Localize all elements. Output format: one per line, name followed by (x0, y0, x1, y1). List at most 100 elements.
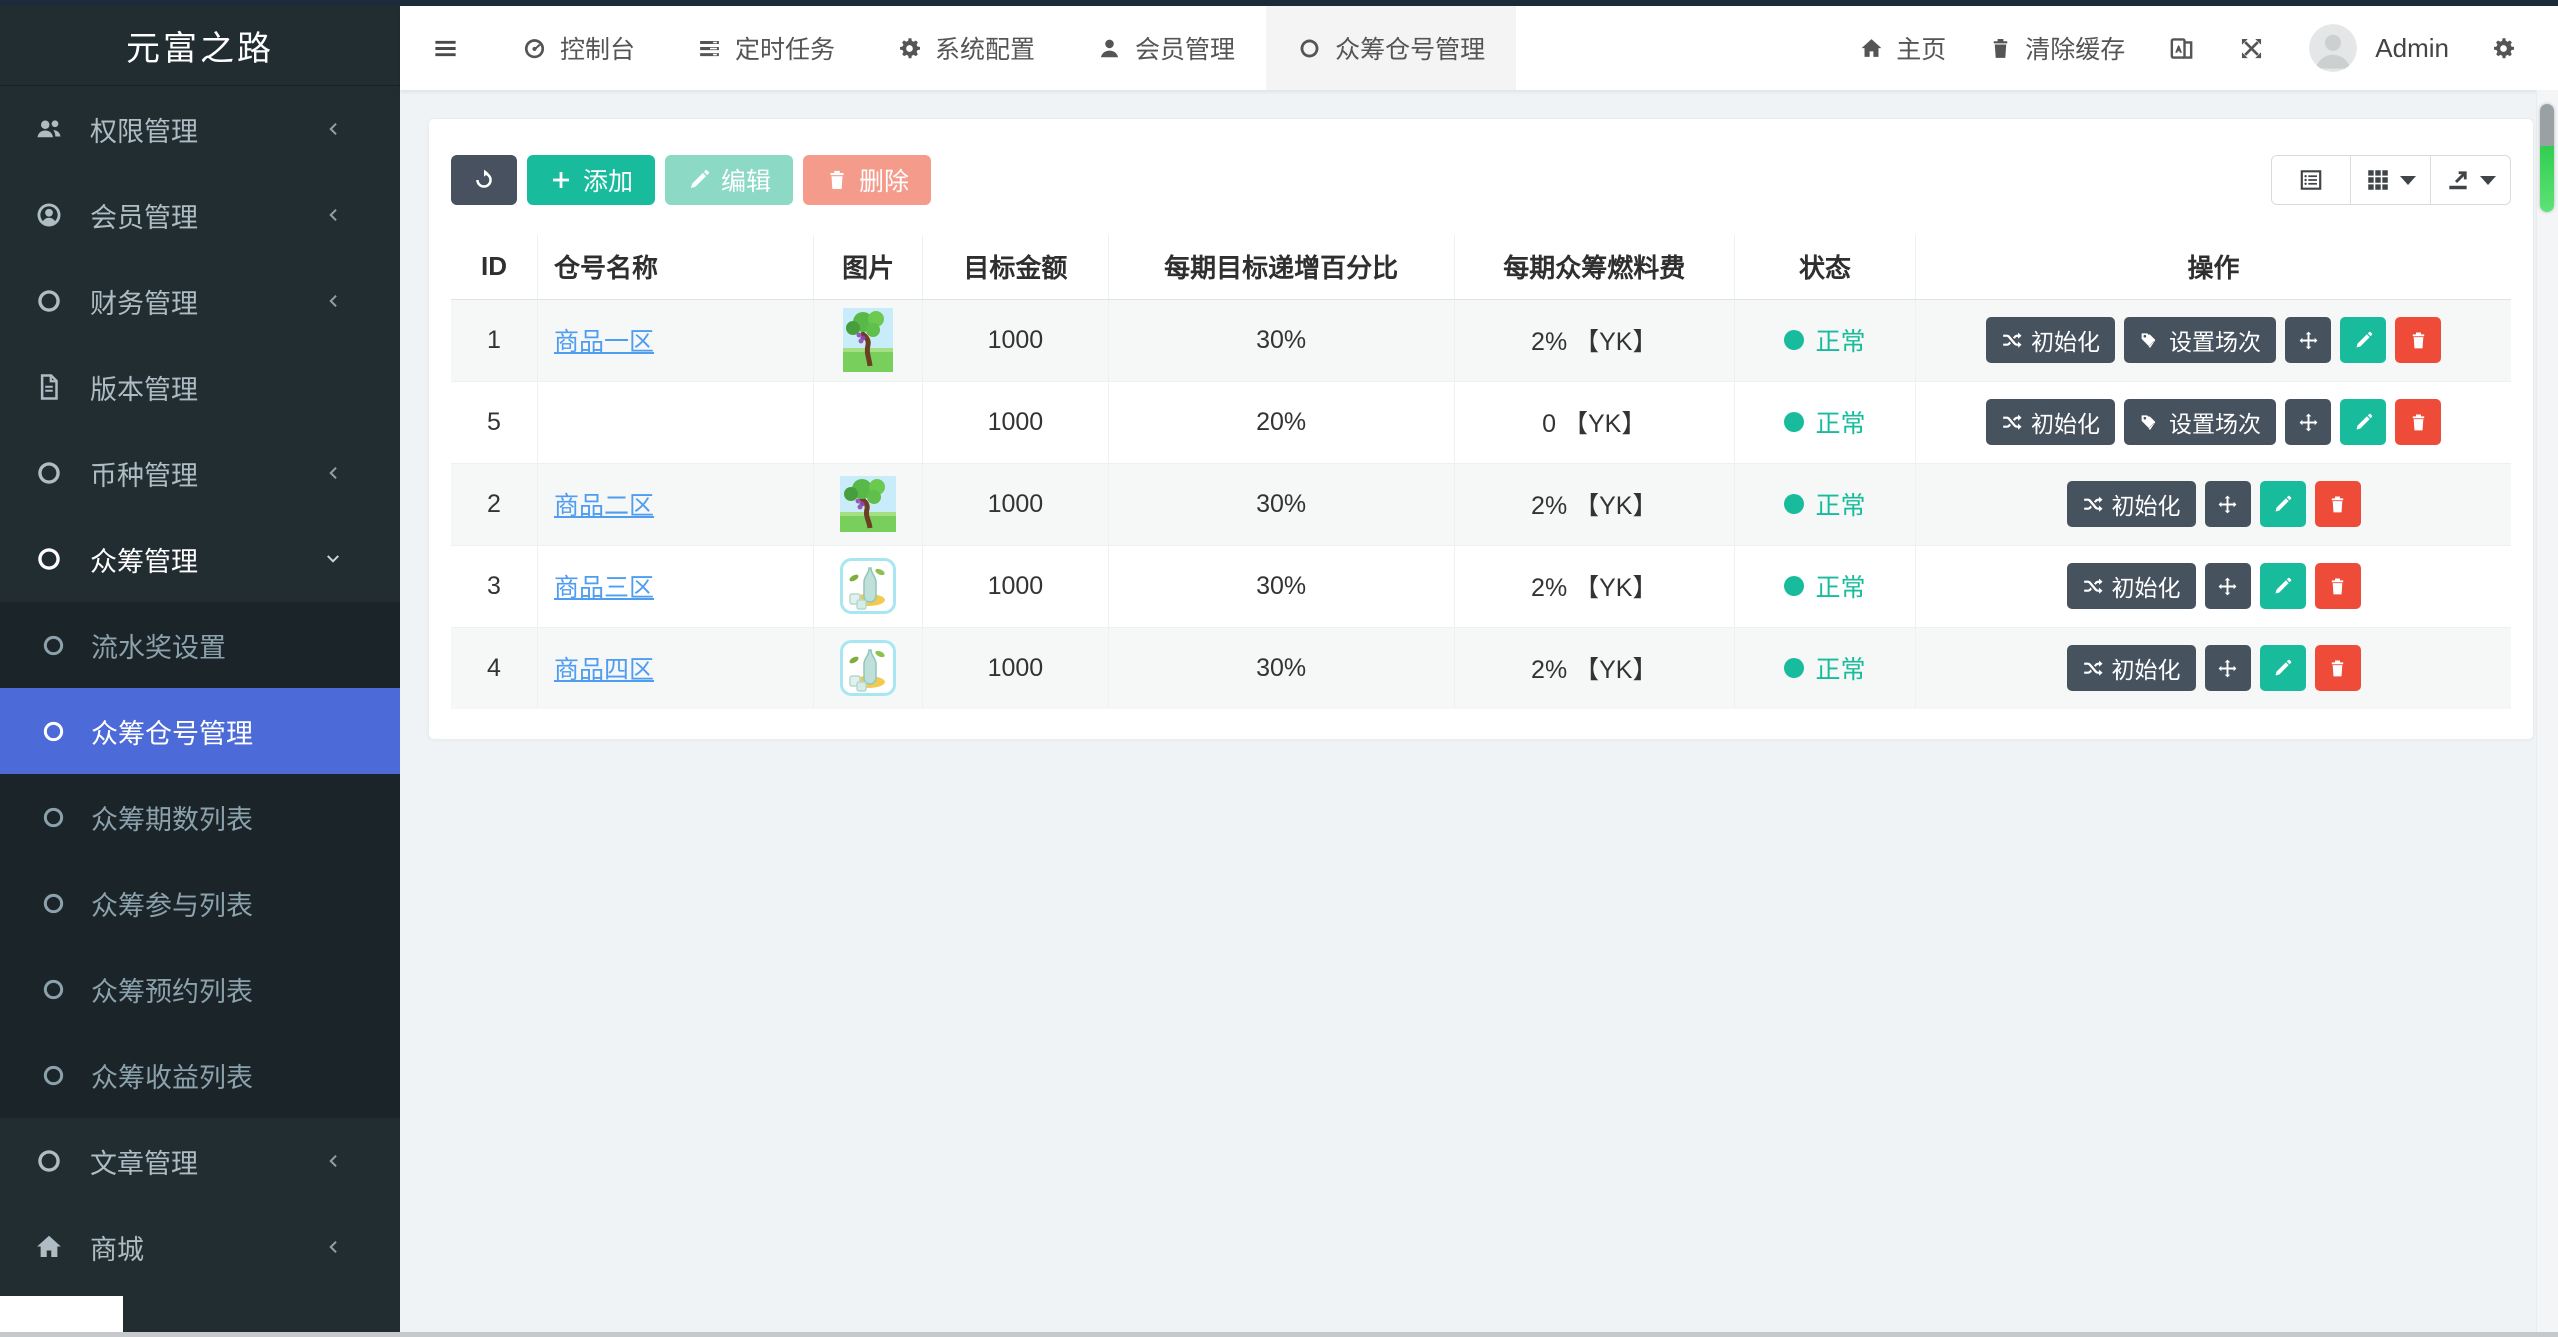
product-link[interactable]: 商品三区 (554, 574, 654, 602)
product-link[interactable]: 商品四区 (554, 656, 654, 684)
move-button[interactable] (2204, 563, 2251, 609)
settings-button[interactable] (2491, 36, 2516, 61)
row-edit-button[interactable] (2340, 399, 2387, 445)
sidebar-item-permissions[interactable]: 权限管理 (0, 86, 400, 172)
tab-scheduled-tasks[interactable]: 定时任务 (666, 6, 866, 90)
clear-cache-button[interactable]: 清除缓存 (1988, 30, 2125, 66)
col-status[interactable]: 状态 (1733, 235, 1916, 300)
scrollbar-track[interactable] (2536, 90, 2558, 1332)
tasks-icon (697, 36, 722, 61)
sidebar-item-members[interactable]: 会员管理 (0, 172, 400, 258)
table-row[interactable]: 1 商品一区 1000 30% 2% 【YK】 正常 初始化 设置场次 (451, 298, 2511, 381)
col-amount[interactable]: 目标金额 (922, 235, 1109, 300)
columns-button[interactable] (2351, 155, 2431, 205)
bottom-edge-strip (0, 1332, 2558, 1337)
sidebar-item-reservation-list[interactable]: 众筹预约列表 (0, 946, 400, 1032)
language-button[interactable] (2167, 34, 2196, 63)
product-link[interactable]: 商品一区 (554, 328, 654, 356)
tab-warehouse-mgmt[interactable]: 众筹仓号管理 (1266, 6, 1517, 90)
admin-menu[interactable]: Admin (2307, 22, 2449, 74)
col-image[interactable]: 图片 (813, 235, 923, 300)
move-button[interactable] (2204, 645, 2251, 692)
row-delete-button[interactable] (2314, 481, 2361, 527)
move-button[interactable] (2285, 317, 2332, 363)
grid-icon (2365, 167, 2391, 193)
cell-fuel: 2% 【YK】 (1453, 626, 1735, 709)
sidebar-item-articles[interactable]: 文章管理 (0, 1118, 400, 1204)
refresh-icon (472, 168, 496, 192)
table-row[interactable]: 4 商品四区 1000 30% 2% 【YK】 正常 初始化 (451, 626, 2511, 709)
sidebar-item-warehouse-mgmt[interactable]: 众筹仓号管理 (0, 688, 400, 774)
product-link[interactable]: 商品二区 (554, 492, 654, 520)
init-button[interactable]: 初始化 (1986, 399, 2116, 445)
shuffle-icon (2001, 330, 2022, 351)
cell-status: 正常 (1733, 380, 1916, 463)
row-edit-button[interactable] (2259, 645, 2306, 692)
cell-percent: 30% (1107, 462, 1455, 545)
tab-system-config[interactable]: 系统配置 (866, 6, 1066, 90)
sidebar-item-period-list[interactable]: 众筹期数列表 (0, 774, 400, 860)
cell-status: 正常 (1733, 626, 1916, 709)
move-button[interactable] (2285, 399, 2332, 445)
row-edit-button[interactable] (2340, 317, 2387, 363)
tab-dashboard[interactable]: 控制台 (491, 6, 666, 90)
cell-id: 5 (451, 380, 538, 463)
col-fuel[interactable]: 每期众筹燃料费 (1453, 235, 1735, 300)
init-button[interactable]: 初始化 (2066, 481, 2196, 527)
move-button[interactable] (2204, 481, 2251, 527)
delete-button[interactable]: 删除 (803, 155, 932, 205)
table-row[interactable]: 3 商品三区 1000 30% 2% 【YK】 正常 初始化 (451, 544, 2511, 627)
scrollbar-thumb[interactable] (2540, 104, 2554, 212)
pencil-icon (2272, 658, 2293, 679)
sidebar-item-crowdfunding[interactable]: 众筹管理 (0, 516, 400, 602)
home-link[interactable]: 主页 (1859, 30, 1946, 66)
export-button[interactable] (2431, 155, 2511, 205)
fullscreen-button[interactable] (2238, 35, 2265, 62)
cell-amount: 1000 (922, 544, 1109, 627)
init-button[interactable]: 初始化 (2066, 645, 2196, 692)
sidebar-item-mall[interactable]: 商城 (0, 1204, 400, 1290)
edit-button[interactable]: 编辑 (665, 155, 794, 205)
sidebar-item-currencies[interactable]: 币种管理 (0, 430, 400, 516)
sidebar-toggle-button[interactable] (400, 6, 491, 90)
refresh-button[interactable] (451, 155, 517, 205)
pencil-icon (2272, 576, 2293, 597)
col-percent[interactable]: 每期目标递增百分比 (1107, 235, 1455, 300)
cell-id: 3 (451, 544, 538, 627)
status-dot (1784, 412, 1805, 432)
chevron-left-icon (322, 1150, 344, 1172)
admin-name: Admin (2375, 32, 2449, 63)
sidebar-item-flow-reward[interactable]: 流水奖设置 (0, 602, 400, 688)
user-icon (1097, 36, 1122, 61)
sidebar-item-participation-list[interactable]: 众筹参与列表 (0, 860, 400, 946)
init-button[interactable]: 初始化 (1986, 317, 2116, 363)
circle-icon (34, 286, 64, 316)
sidebar-item-versions[interactable]: 版本管理 (0, 344, 400, 430)
set-sessions-button[interactable]: 设置场次 (2124, 399, 2277, 445)
navbar-right: 主页 清除缓存 Admin (1859, 6, 2558, 90)
row-edit-button[interactable] (2259, 563, 2306, 609)
tags-icon (2139, 330, 2160, 351)
set-sessions-button[interactable]: 设置场次 (2124, 317, 2277, 363)
row-delete-button[interactable] (2314, 563, 2361, 609)
row-delete-button[interactable] (2395, 399, 2442, 445)
table-row[interactable]: 5 1000 20% 0 【YK】 正常 初始化 设置场次 (451, 380, 2511, 463)
col-name[interactable]: 仓号名称 (537, 235, 814, 300)
table-row[interactable]: 2 商品二区 1000 30% 2% 【YK】 正常 初始化 (451, 462, 2511, 545)
row-delete-button[interactable] (2314, 645, 2361, 692)
init-button[interactable]: 初始化 (2066, 563, 2196, 609)
col-id[interactable]: ID (451, 235, 538, 300)
sidebar-item-earnings-list[interactable]: 众筹收益列表 (0, 1032, 400, 1118)
cell-name: 商品一区 (537, 298, 814, 381)
row-delete-button[interactable] (2395, 317, 2442, 363)
detail-view-button[interactable] (2271, 155, 2351, 205)
chevron-left-icon (322, 1236, 344, 1258)
cell-fuel: 2% 【YK】 (1453, 298, 1735, 381)
warehouse-table: ID 仓号名称 图片 目标金额 每期目标递增百分比 每期众筹燃料费 状态 操作 … (451, 235, 2511, 709)
tab-member-mgmt[interactable]: 会员管理 (1066, 6, 1266, 90)
top-navbar: 控制台 定时任务 系统配置 会员管理 众筹仓号管理 主页 清除缓存 Admin (400, 6, 2558, 90)
row-edit-button[interactable] (2259, 481, 2306, 527)
sidebar-item-finance[interactable]: 财务管理 (0, 258, 400, 344)
add-button[interactable]: 添加 (527, 155, 656, 205)
cell-status: 正常 (1733, 298, 1916, 381)
